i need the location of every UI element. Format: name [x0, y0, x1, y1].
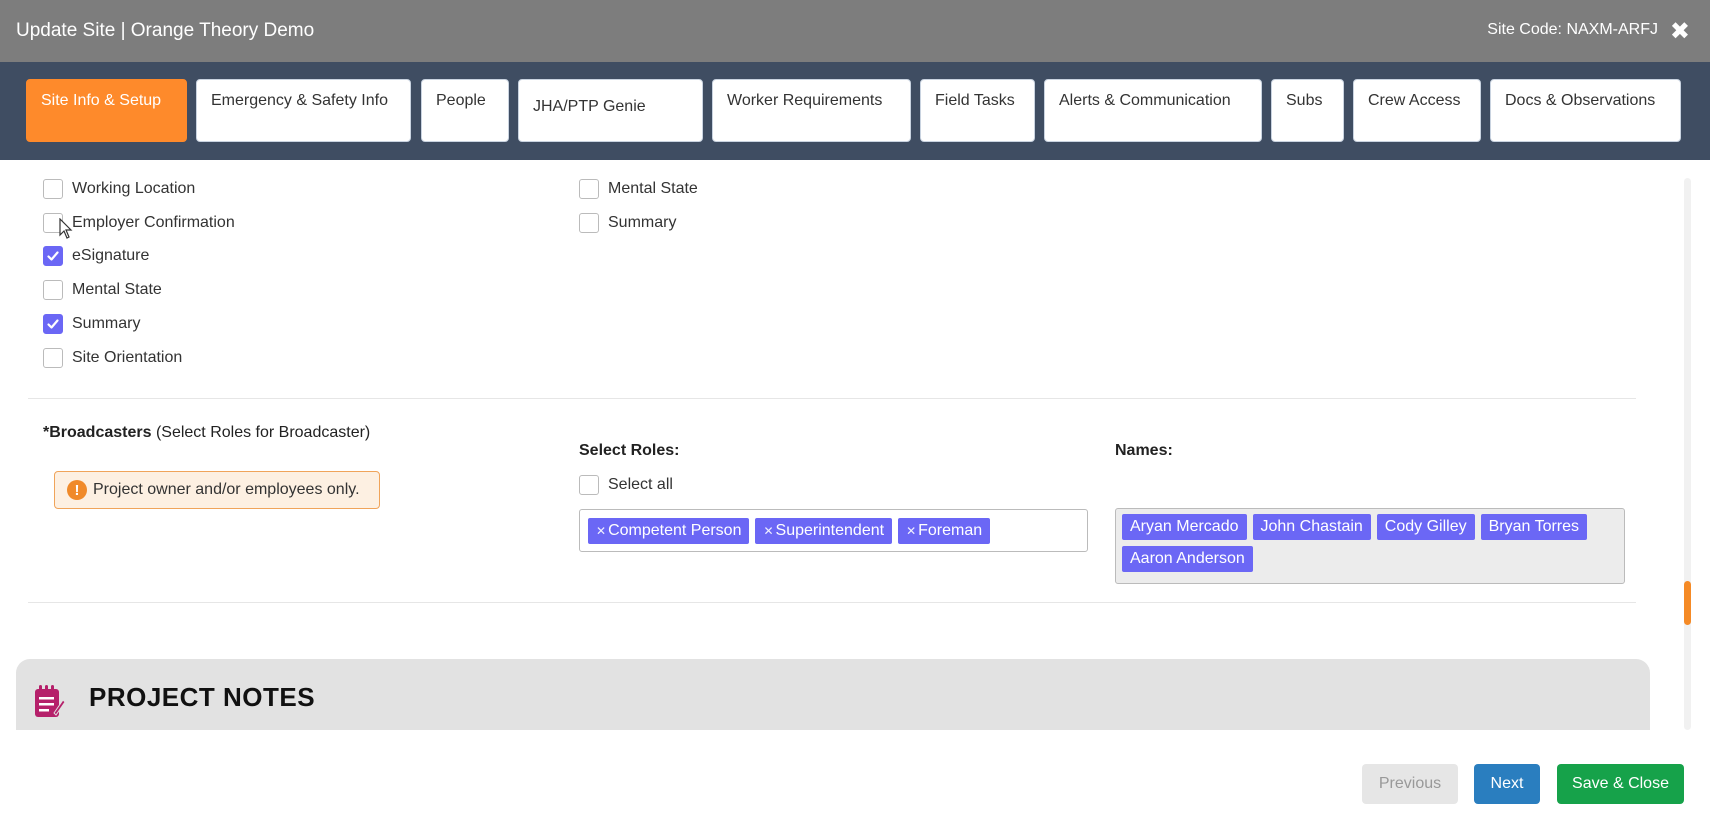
- select-all-label: Select all: [608, 476, 673, 493]
- roles-multiselect[interactable]: ✕ Competent Person ✕ Superintendent ✕ Forem…: [579, 509, 1088, 552]
- close-icon[interactable]: ✖: [1670, 17, 1690, 46]
- name-chip: Aaron Anderson: [1122, 546, 1253, 572]
- name-chip: John Chastain: [1252, 514, 1371, 540]
- checkbox[interactable]: [43, 246, 63, 266]
- checkbox-row[interactable]: Summary: [579, 213, 676, 233]
- tab-site-info-setup[interactable]: Site Info & Setup: [26, 79, 187, 142]
- checkbox-row[interactable]: Summary: [43, 314, 140, 334]
- checkbox-label: Site Orientation: [72, 349, 183, 366]
- tab-subs[interactable]: Subs: [1271, 79, 1344, 142]
- broadcasters-heading-note: (Select Roles for Broadcaster): [151, 424, 371, 441]
- checkmark-icon: [47, 251, 59, 261]
- site-code: Site Code: NAXM-ARFJ: [1487, 21, 1658, 38]
- scrollbar-track[interactable]: [1684, 178, 1691, 730]
- checkbox[interactable]: [579, 179, 599, 199]
- notepad-icon: [35, 685, 66, 717]
- select-all-row[interactable]: Select all: [579, 475, 673, 495]
- tab-field-tasks[interactable]: Field Tasks: [920, 79, 1035, 142]
- checkbox-label: Employer Confirmation: [72, 214, 235, 231]
- owner-warning: ! Project owner and/or employees only.: [54, 471, 380, 509]
- checkbox-row[interactable]: eSignature: [43, 246, 149, 266]
- tab-people[interactable]: People: [421, 79, 509, 142]
- checkbox-label: Working Location: [72, 180, 196, 197]
- name-chip: Cody Gilley: [1376, 514, 1475, 540]
- tab-alerts-communication[interactable]: Alerts & Communication: [1044, 79, 1262, 142]
- checkbox-label: Summary: [608, 214, 677, 231]
- checkbox[interactable]: [43, 280, 63, 300]
- mouse-cursor-icon: [59, 218, 73, 239]
- select-all-checkbox[interactable]: [579, 475, 599, 495]
- tab-crew-access[interactable]: Crew Access: [1353, 79, 1481, 142]
- remove-chip-icon[interactable]: ✕: [763, 524, 773, 538]
- modal-header: Update Site | Orange Theory Demo Site Co…: [0, 0, 1710, 62]
- tab-bar: Site Info & Setup Emergency & Safety Inf…: [0, 62, 1710, 160]
- remove-chip-icon[interactable]: ✕: [596, 524, 606, 538]
- checkbox-label: Mental State: [608, 180, 698, 197]
- modal-body: Working Location Employer Confirmation e…: [0, 160, 1680, 730]
- section-divider: [28, 398, 1636, 399]
- remove-chip-icon[interactable]: ✕: [906, 524, 916, 538]
- checkbox-row[interactable]: Site Orientation: [43, 348, 182, 368]
- section-divider: [28, 602, 1636, 603]
- role-chip[interactable]: ✕ Competent Person: [588, 517, 750, 544]
- select-roles-label: Select Roles:: [579, 442, 680, 459]
- checkbox-label: Mental State: [72, 281, 162, 298]
- name-chip: Bryan Torres: [1480, 514, 1588, 540]
- project-notes-section: PROJECT NOTES: [16, 659, 1650, 730]
- next-button[interactable]: Next: [1474, 764, 1540, 804]
- checkbox[interactable]: [43, 314, 63, 334]
- checkbox[interactable]: [579, 213, 599, 233]
- role-chip-label: Superintendent: [775, 521, 885, 539]
- tab-jha-ptp-genie[interactable]: JHA/PTP Genie: [518, 79, 703, 142]
- modal-title: Update Site | Orange Theory Demo: [16, 20, 315, 41]
- scrollbar-thumb[interactable]: [1684, 581, 1691, 625]
- tab-emergency-safety-info[interactable]: Emergency & Safety Info: [196, 79, 411, 142]
- names-list: Aryan Mercado John Chastain Cody Gilley …: [1115, 508, 1625, 584]
- previous-button[interactable]: Previous: [1362, 764, 1458, 804]
- role-chip-label: Foreman: [918, 521, 983, 539]
- broadcasters-heading: *Broadcasters (Select Roles for Broadcas…: [43, 424, 370, 442]
- name-chip: Aryan Mercado: [1122, 514, 1247, 540]
- save-close-button[interactable]: Save & Close: [1557, 764, 1684, 804]
- role-chip-label: Competent Person: [608, 521, 742, 539]
- checkbox-row[interactable]: Working Location: [43, 179, 195, 199]
- broadcasters-heading-bold: *Broadcasters: [43, 424, 152, 441]
- role-chip[interactable]: ✕ Superintendent: [755, 517, 893, 544]
- names-label: Names:: [1115, 442, 1173, 459]
- warning-text: Project owner and/or employees only.: [93, 481, 360, 498]
- tab-docs-observations[interactable]: Docs & Observations: [1490, 79, 1681, 142]
- checkbox-label: Summary: [72, 315, 141, 332]
- checkbox-row[interactable]: Mental State: [43, 280, 162, 300]
- checkbox[interactable]: [43, 348, 63, 368]
- project-notes-title: PROJECT NOTES: [89, 682, 316, 712]
- checkbox[interactable]: [43, 179, 63, 199]
- tab-worker-requirements[interactable]: Worker Requirements: [712, 79, 911, 142]
- checkmark-icon: [47, 319, 59, 329]
- checkbox-row[interactable]: Mental State: [579, 179, 698, 199]
- checkbox-label: eSignature: [72, 247, 150, 264]
- role-chip[interactable]: ✕ Foreman: [898, 517, 991, 544]
- exclamation-icon: !: [67, 480, 87, 500]
